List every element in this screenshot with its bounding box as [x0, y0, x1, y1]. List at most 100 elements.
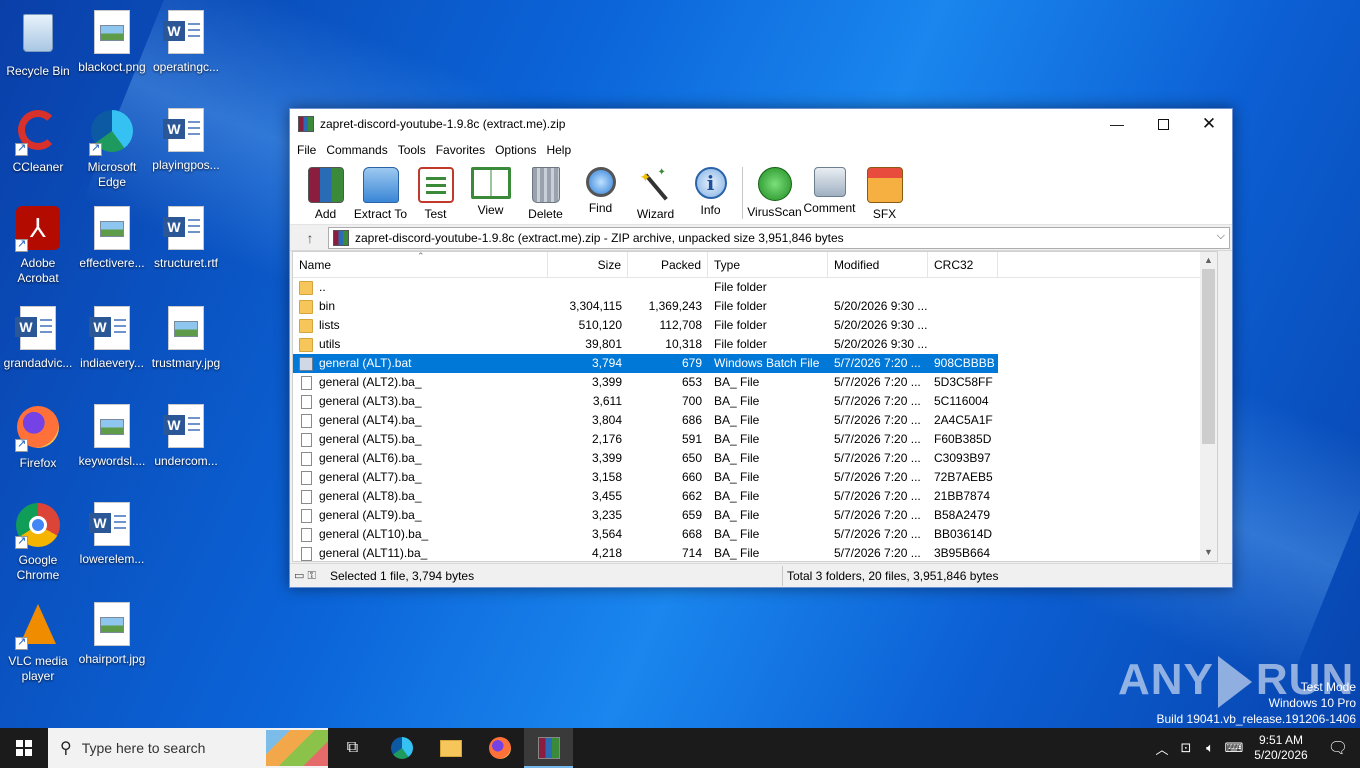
menu-file[interactable]: File: [292, 143, 321, 157]
file-name: utils: [319, 337, 341, 351]
file-row[interactable]: .. File folder: [293, 278, 1217, 297]
menu-help[interactable]: Help: [541, 143, 576, 157]
file-row[interactable]: general (ALT6).ba_ 3,399 650 BA_ File 5/7/20…: [293, 449, 1217, 468]
desktop-icon-keywordsl[interactable]: keywordsl....: [74, 404, 150, 469]
file-modified: 5/7/2026 7:20 ...: [834, 451, 921, 465]
comment-button[interactable]: Comment: [802, 167, 857, 215]
sfx-button[interactable]: SFX: [857, 167, 912, 221]
title-bar[interactable]: zapret-discord-youtube-1.9.8c (extract.m…: [290, 109, 1232, 139]
taskbar-winrar[interactable]: [524, 728, 573, 768]
desktop-icon-recycle-bin[interactable]: Recycle Bin: [0, 10, 76, 79]
desktop-icon-effectivere[interactable]: effectivere...: [74, 206, 150, 271]
file-name: general (ALT).bat: [319, 356, 412, 370]
find-button[interactable]: Find: [573, 167, 628, 215]
menu-favorites[interactable]: Favorites: [431, 143, 490, 157]
address-field[interactable]: zapret-discord-youtube-1.9.8c (extract.m…: [328, 226, 1230, 249]
scrollbar-thumb[interactable]: [1202, 269, 1215, 444]
minimize-icon: —: [1110, 116, 1124, 132]
taskbar-search[interactable]: ⚲ Type here to search: [48, 728, 328, 768]
file-row[interactable]: utils 39,801 10,318 File folder 5/20/2026 9:…: [293, 335, 1217, 354]
wizard-button[interactable]: ✦ ✦ Wizard: [628, 167, 683, 221]
desktop-icon-chrome[interactable]: Google Chrome: [0, 502, 76, 583]
info-button[interactable]: i Info: [683, 167, 738, 217]
scroll-up-icon[interactable]: ▲: [1200, 252, 1217, 269]
file-size: 3,399: [591, 375, 622, 389]
winrar-window[interactable]: zapret-discord-youtube-1.9.8c (extract.m…: [289, 108, 1233, 588]
desktop-icon-edge[interactable]: Microsoft Edge: [74, 108, 150, 190]
file-packed: 112,708: [659, 318, 703, 332]
clock[interactable]: 9:51 AM 5/20/2026: [1246, 733, 1316, 763]
file-row[interactable]: general (ALT2).ba_ 3,399 653 BA_ File 5/7/20…: [293, 373, 1217, 392]
desktop-icon-playingpos[interactable]: W playingpos...: [148, 108, 224, 173]
desktop-icon-undercom[interactable]: W undercom...: [148, 404, 224, 469]
delete-trash-icon: [531, 167, 560, 203]
extract-to-button[interactable]: Extract To: [353, 167, 408, 221]
file-type: BA_ File: [714, 527, 760, 541]
desktop-icon-vlc[interactable]: VLC media player: [0, 602, 76, 684]
desktop-icon-blackoct[interactable]: blackoct.png: [74, 10, 150, 75]
virusscan-button[interactable]: VirusScan: [747, 167, 802, 219]
column-type[interactable]: Type: [708, 252, 828, 278]
file-name: general (ALT2).ba_: [319, 375, 422, 389]
file-row[interactable]: general (ALT7).ba_ 3,158 660 BA_ File 5/7/20…: [293, 468, 1217, 487]
add-button[interactable]: Add: [298, 167, 353, 221]
keyboard-icon[interactable]: ⌨︎: [1222, 740, 1246, 756]
file-row[interactable]: general (ALT5).ba_ 2,176 591 BA_ File 5/7/20…: [293, 430, 1217, 449]
file-row[interactable]: general (ALT11).ba_ 4,218 714 BA_ File 5/7/2…: [293, 544, 1217, 561]
file-row[interactable]: general (ALT10).ba_ 3,564 668 BA_ File 5/7/2…: [293, 525, 1217, 544]
file-type: Windows Batch File: [708, 354, 828, 373]
column-packed[interactable]: Packed: [628, 252, 708, 278]
file-row[interactable]: lists 510,120 112,708 File folder 5/20/2026 …: [293, 316, 1217, 335]
chevron-up-icon[interactable]: ︿: [1150, 739, 1174, 758]
volume-icon[interactable]: 🔈︎: [1198, 740, 1222, 756]
word-document-icon: W: [163, 206, 209, 252]
desktop-icon-lowerelem[interactable]: W lowerelem...: [74, 502, 150, 567]
menu-options[interactable]: Options: [490, 143, 541, 157]
taskbar-firefox[interactable]: [475, 728, 524, 768]
file-list[interactable]: ⌃ Name Size Packed Type Modified CRC32 .…: [292, 251, 1218, 562]
desktop-icon-acrobat[interactable]: ⅄ Adobe Acrobat: [0, 206, 76, 286]
notification-icon[interactable]: 🗨︎: [1316, 738, 1360, 758]
desktop-icon-trustmary[interactable]: trustmary.jpg: [148, 306, 224, 371]
taskbar-edge[interactable]: [377, 728, 426, 768]
scroll-down-icon[interactable]: ▼: [1200, 544, 1217, 561]
chrome-icon: [15, 503, 61, 549]
start-button[interactable]: [0, 728, 48, 768]
file-size: 3,564: [591, 527, 622, 541]
test-button[interactable]: Test: [408, 167, 463, 221]
desktop-icon-ccleaner[interactable]: CCleaner: [0, 108, 76, 175]
status-bar: ▭ ⚿ Selected 1 file, 3,794 bytes Total 3…: [290, 563, 1232, 587]
network-icon[interactable]: ⊡: [1174, 740, 1198, 756]
file-row[interactable]: general (ALT4).ba_ 3,804 686 BA_ File 5/7/20…: [293, 411, 1217, 430]
up-one-level-button[interactable]: ↑: [292, 230, 328, 246]
file-row[interactable]: bin 3,304,115 1,369,243 File folder 5/20/202…: [293, 297, 1217, 316]
firefox-icon: [488, 737, 511, 759]
view-button[interactable]: View: [463, 167, 518, 217]
column-size[interactable]: Size: [548, 252, 628, 278]
minimize-button[interactable]: —: [1094, 109, 1140, 139]
menu-tools[interactable]: Tools: [393, 143, 431, 157]
desktop-icon-firefox[interactable]: Firefox: [0, 404, 76, 471]
desktop-icon-structuret[interactable]: W structuret.rtf: [148, 206, 224, 271]
desktop-icon-operatingc[interactable]: W operatingc...: [148, 10, 224, 75]
file-packed: 686: [681, 413, 702, 427]
column-crc32[interactable]: CRC32: [928, 252, 998, 278]
vertical-scrollbar[interactable]: ▲ ▼: [1200, 252, 1217, 561]
file-row[interactable]: general (ALT8).ba_ 3,455 662 BA_ File 5/7/20…: [293, 487, 1217, 506]
desktop-icon-grandadvic[interactable]: W grandadvic...: [0, 306, 76, 371]
file-type: File folder: [714, 318, 767, 332]
delete-button[interactable]: Delete: [518, 167, 573, 221]
chevron-down-icon[interactable]: ⌵: [1217, 230, 1225, 243]
menu-commands[interactable]: Commands: [321, 143, 392, 157]
close-button[interactable]: ✕: [1186, 109, 1232, 139]
taskbar-file-explorer[interactable]: [426, 728, 475, 768]
file-row[interactable]: general (ALT).bat 3,794 679 Windows Batch F…: [293, 354, 1217, 373]
maximize-button[interactable]: [1140, 109, 1186, 139]
file-row[interactable]: general (ALT3).ba_ 3,611 700 BA_ File 5/7/20…: [293, 392, 1217, 411]
desktop-icon-ohairport[interactable]: ohairport.jpg: [74, 602, 150, 667]
column-modified[interactable]: Modified: [828, 252, 928, 278]
file-row[interactable]: general (ALT9).ba_ 3,235 659 BA_ File 5/7/20…: [293, 506, 1217, 525]
drive-icon[interactable]: ▭ ⚿: [294, 569, 330, 583]
desktop-icon-indiaevery[interactable]: W indiaevery...: [74, 306, 150, 371]
task-view-button[interactable]: ⧉: [328, 728, 377, 768]
